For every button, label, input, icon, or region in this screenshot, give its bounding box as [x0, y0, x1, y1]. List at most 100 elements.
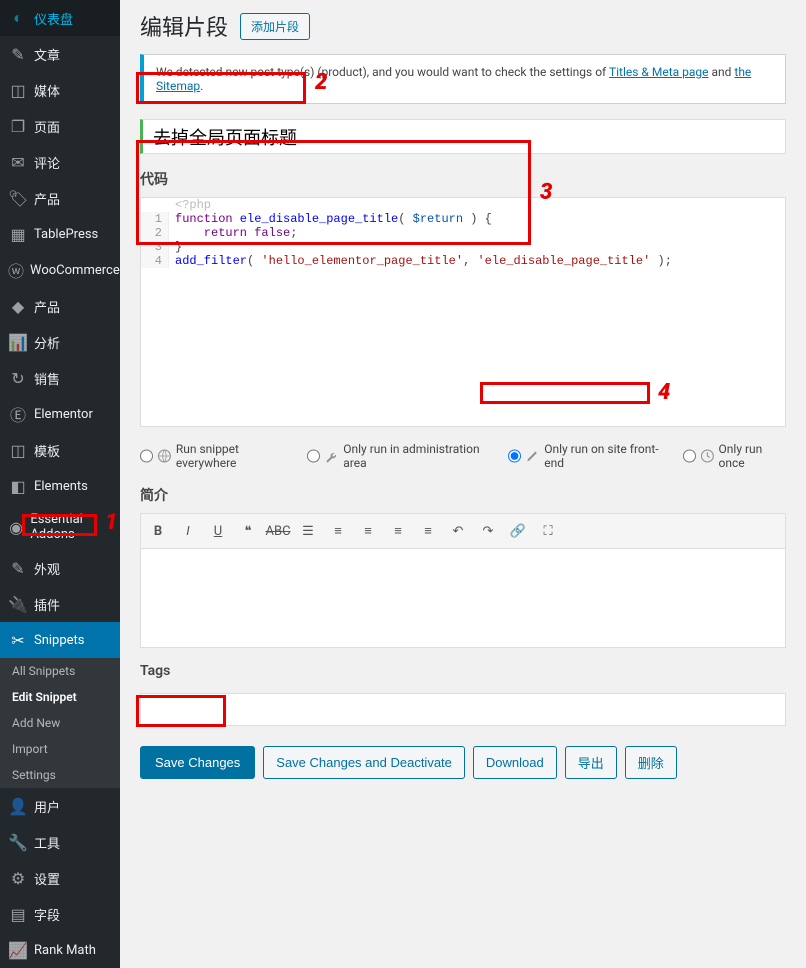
- action-buttons: Save Changes Save Changes and Deactivate…: [140, 746, 786, 779]
- sidebar-item-sales[interactable]: ↻销售: [0, 360, 120, 396]
- bold-button[interactable]: B: [147, 520, 169, 542]
- sidebar-item-tools[interactable]: 🔧工具: [0, 824, 120, 860]
- tags-input[interactable]: [140, 693, 786, 726]
- sidebar-item-dashboard[interactable]: ◐ 仪表盘: [0, 0, 120, 36]
- sidebar-item-fields[interactable]: ▤字段: [0, 896, 120, 932]
- save-deactivate-button[interactable]: Save Changes and Deactivate: [263, 746, 465, 779]
- scope-admin[interactable]: Only run in administration area: [307, 442, 494, 470]
- editor-toolbar: B I U ❝ ABC ☰ ≡ ≡ ≡ ≡ ↶ ↷ 🔗 ⛶: [140, 513, 786, 548]
- link-button[interactable]: 🔗: [507, 520, 529, 542]
- submenu-import[interactable]: Import: [0, 736, 120, 762]
- ul-button[interactable]: ☰: [297, 520, 319, 542]
- sidebar-item-products2[interactable]: ◆产品: [0, 288, 120, 324]
- scope-label: Only run once: [719, 442, 786, 470]
- code-line-4: add_filter( 'hello_elementor_page_title'…: [169, 254, 672, 268]
- radio-admin[interactable]: [307, 449, 320, 463]
- gear-icon: ⚙: [8, 868, 28, 888]
- plugin-icon: 🔌: [8, 594, 28, 614]
- sidebar-item-media[interactable]: ◫媒体: [0, 72, 120, 108]
- sidebar-item-products[interactable]: 🏷产品: [0, 180, 120, 216]
- sidebar-item-label: 外观: [34, 559, 60, 578]
- sidebar-item-label: Elements: [34, 479, 88, 494]
- quote-button[interactable]: ❝: [237, 520, 259, 542]
- scope-everywhere[interactable]: Run snippet everywhere: [140, 442, 293, 470]
- ol-button[interactable]: ≡: [327, 520, 349, 542]
- sidebar-item-posts[interactable]: ✎文章: [0, 36, 120, 72]
- description-editor[interactable]: [140, 548, 786, 648]
- sidebar-item-elementor[interactable]: ⒺElementor: [0, 396, 120, 432]
- notice-link-titles[interactable]: Titles & Meta page: [609, 65, 709, 79]
- code-line-2: return false;: [169, 226, 297, 240]
- sidebar-item-essential-addons[interactable]: ◉Essential Addons: [0, 504, 120, 550]
- undo-button[interactable]: ↶: [447, 520, 469, 542]
- add-snippet-button[interactable]: 添加片段: [240, 13, 310, 40]
- submenu-all-snippets[interactable]: All Snippets: [0, 658, 120, 684]
- scope-radios: Run snippet everywhere Only run in admin…: [140, 442, 786, 470]
- fullscreen-button[interactable]: ⛶: [537, 520, 559, 542]
- sidebar-item-comments[interactable]: ✉评论: [0, 144, 120, 180]
- scope-label: Only run on site front-end: [544, 442, 669, 470]
- sidebar-item-label: 插件: [34, 595, 60, 614]
- dashboard-icon: ◐: [8, 8, 28, 28]
- align-left-button[interactable]: ≡: [357, 520, 379, 542]
- sidebar-item-analytics[interactable]: 📊 分析: [0, 324, 120, 360]
- notice-mid: and: [709, 65, 735, 79]
- code-editor[interactable]: <?php 1function ele_disable_page_title( …: [140, 197, 786, 427]
- sidebar-item-appearance[interactable]: ✎ 外观: [0, 550, 120, 586]
- align-right-button[interactable]: ≡: [417, 520, 439, 542]
- sidebar-item-woocommerce[interactable]: ⓦWooCommerce: [0, 252, 120, 288]
- brush-icon: [525, 448, 540, 464]
- submenu-add-new[interactable]: Add New: [0, 710, 120, 736]
- sidebar-item-elements[interactable]: ◧Elements: [0, 468, 120, 504]
- align-center-button[interactable]: ≡: [387, 520, 409, 542]
- radio-everywhere[interactable]: [140, 449, 153, 463]
- globe-icon: [157, 448, 172, 464]
- chart-icon: 📊: [8, 332, 28, 352]
- clock-icon: [700, 448, 715, 464]
- sidebar-item-label: 设置: [34, 869, 60, 888]
- notice-suffix: .: [200, 79, 203, 93]
- sidebar-item-snippets[interactable]: ✂Snippets: [0, 622, 120, 658]
- sidebar-item-settings[interactable]: ⚙ 设置: [0, 860, 120, 896]
- wrench-icon: [324, 448, 339, 464]
- line-number: 3: [141, 240, 169, 254]
- radio-once[interactable]: [683, 449, 696, 463]
- sidebar-item-label: 仪表盘: [34, 9, 73, 28]
- redo-button[interactable]: ↷: [477, 520, 499, 542]
- save-changes-button[interactable]: Save Changes: [140, 746, 255, 779]
- sidebar-item-label: 产品: [34, 189, 60, 208]
- sidebar-item-pages[interactable]: ❐ 页面: [0, 108, 120, 144]
- notice-text: We detected new post type(s) (product), …: [156, 65, 609, 79]
- sidebar-item-templates[interactable]: ◫模板: [0, 432, 120, 468]
- download-button[interactable]: Download: [473, 746, 557, 779]
- radio-frontend[interactable]: [508, 449, 521, 463]
- sidebar-item-label: Rank Math: [34, 943, 96, 958]
- woo-icon: ⓦ: [8, 260, 24, 280]
- submenu-settings[interactable]: Settings: [0, 762, 120, 788]
- strike-button[interactable]: ABC: [267, 520, 289, 542]
- export-button[interactable]: 导出: [565, 746, 617, 779]
- line-number: 4: [141, 254, 169, 268]
- scope-once[interactable]: Only run once: [683, 442, 786, 470]
- underline-button[interactable]: U: [207, 520, 229, 542]
- brush-icon: ✎: [8, 558, 28, 578]
- sidebar-item-label: 分析: [34, 333, 60, 352]
- notice-banner: We detected new post type(s) (product), …: [140, 54, 786, 104]
- snippet-title-input[interactable]: [140, 119, 786, 154]
- sidebar-item-tablepress[interactable]: ▦TablePress: [0, 216, 120, 252]
- sidebar-item-rankmath[interactable]: 📈Rank Math: [0, 932, 120, 968]
- sidebar-item-plugins[interactable]: 🔌 插件: [0, 586, 120, 622]
- page-header: 编辑片段 添加片段: [140, 10, 786, 42]
- scope-frontend[interactable]: Only run on site front-end: [508, 442, 668, 470]
- delete-button[interactable]: 删除: [625, 746, 677, 779]
- sidebar-item-users[interactable]: 👤用户: [0, 788, 120, 824]
- italic-button[interactable]: I: [177, 520, 199, 542]
- page-title: 编辑片段: [140, 10, 228, 42]
- submenu-edit-snippet[interactable]: Edit Snippet: [0, 684, 120, 710]
- page-icon: ❐: [8, 116, 28, 136]
- sidebar-item-label: TablePress: [34, 227, 98, 242]
- scissors-icon: ✂: [8, 630, 28, 650]
- php-tag: <?php: [141, 198, 785, 212]
- sidebar-item-label: 文章: [34, 45, 60, 64]
- sidebar-item-label: 页面: [34, 117, 60, 136]
